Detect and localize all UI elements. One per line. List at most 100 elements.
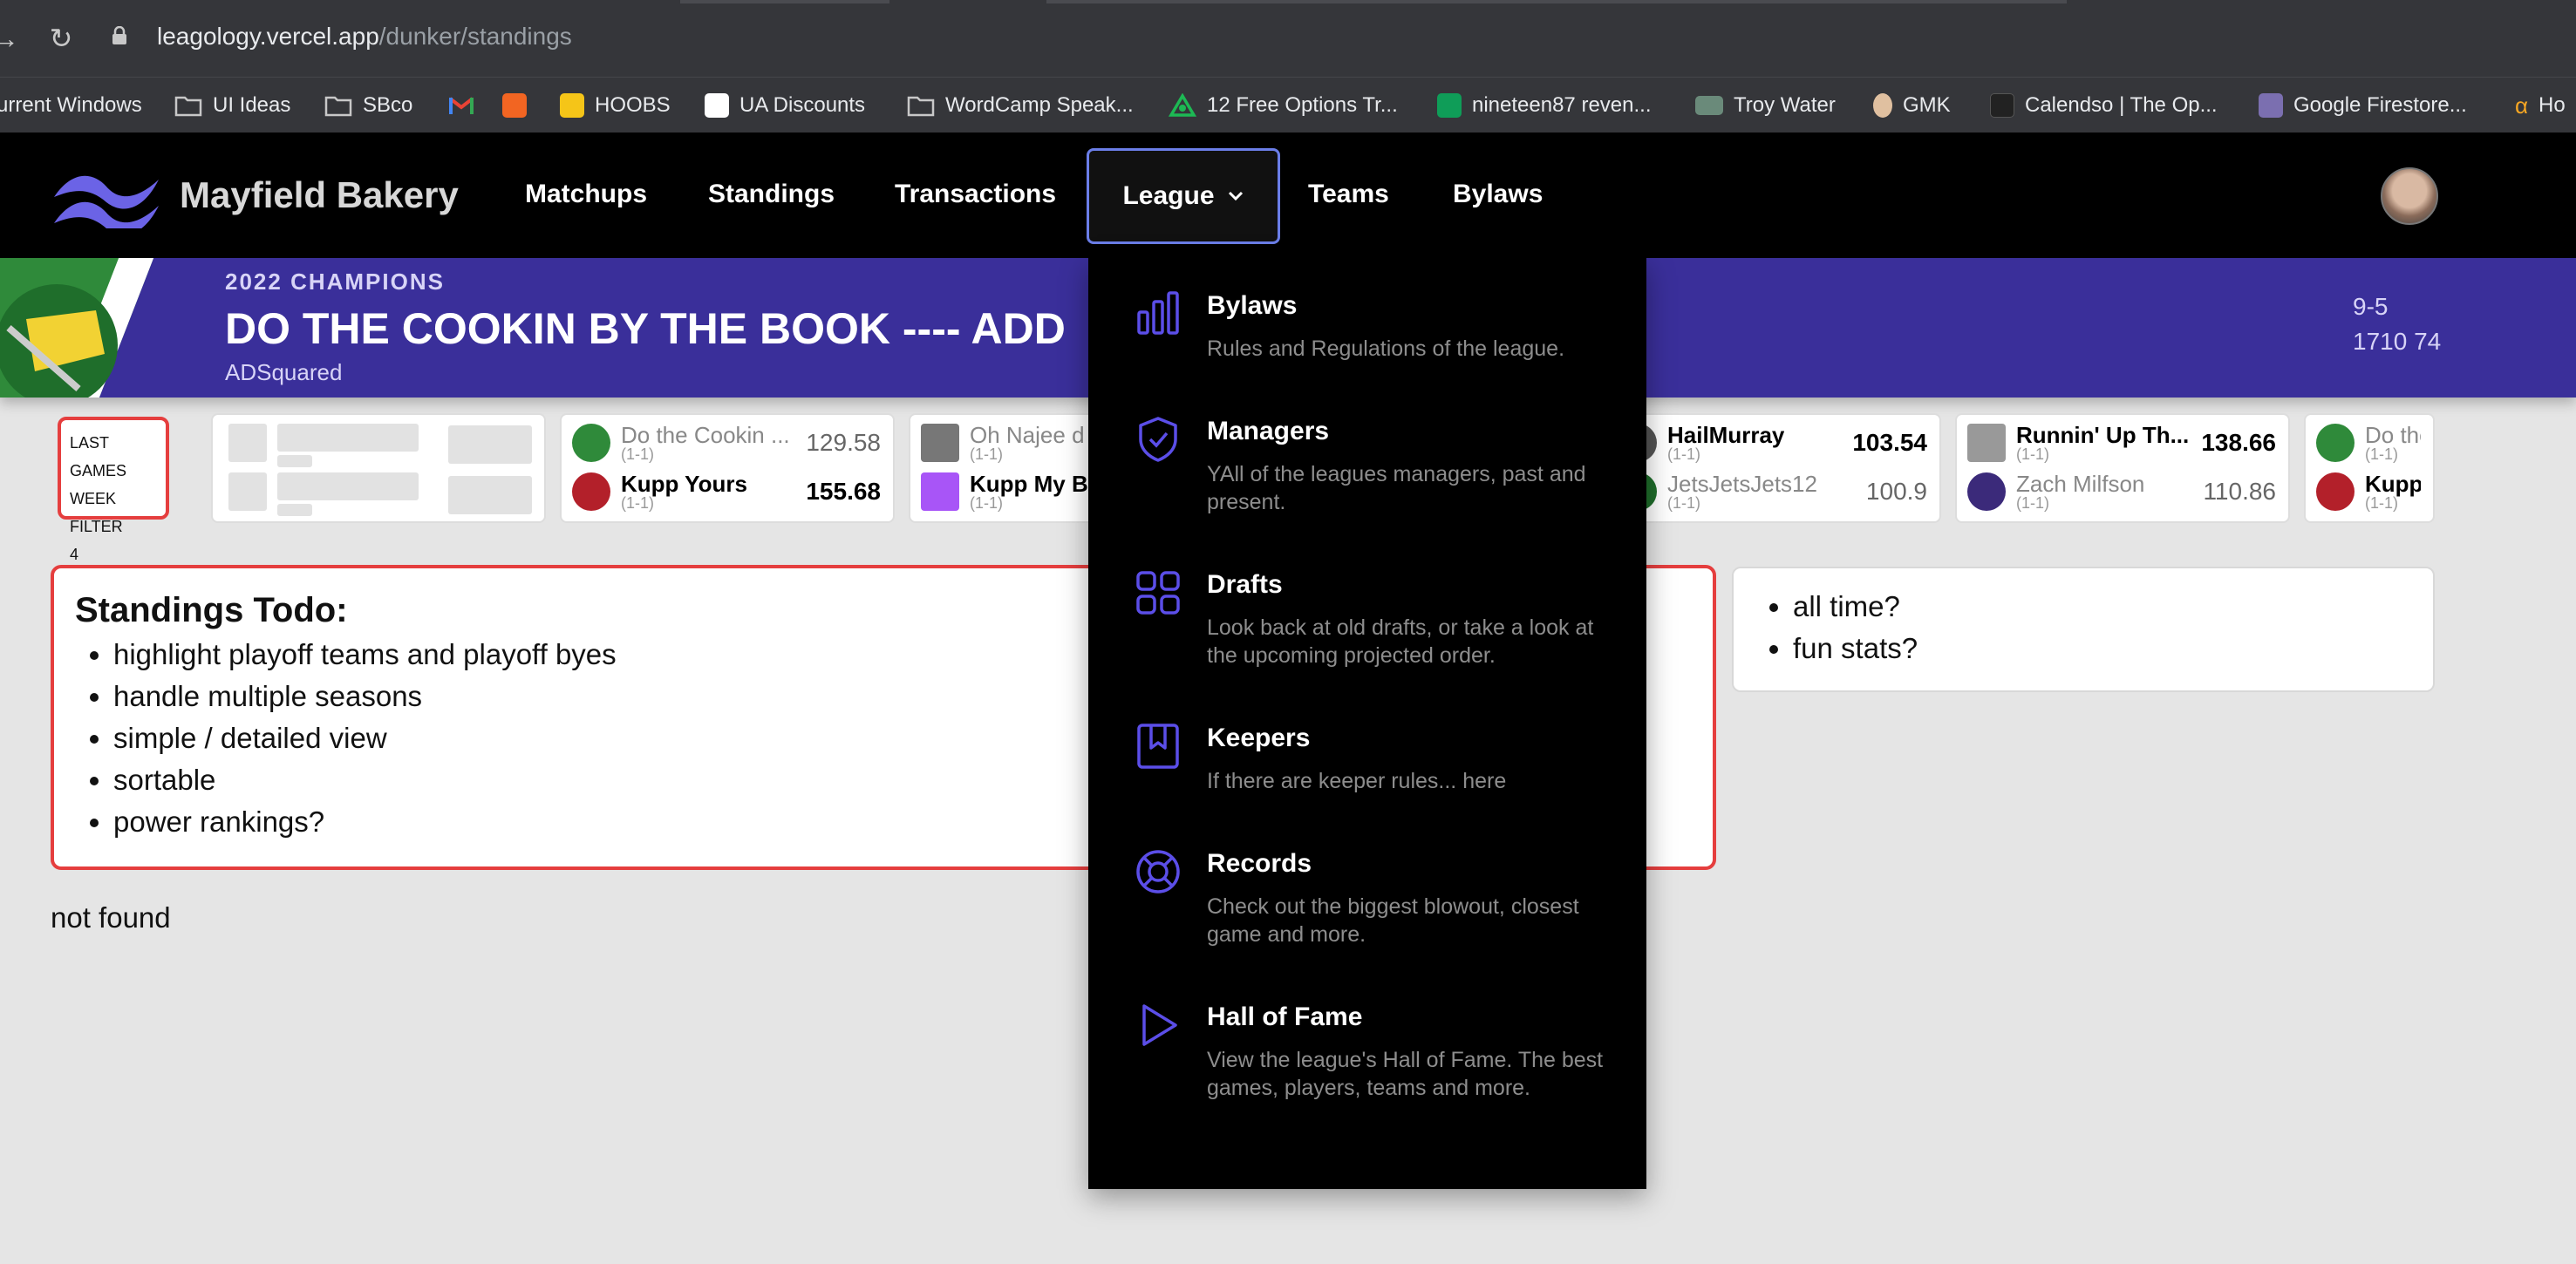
tab-indicator	[680, 0, 889, 3]
team-helmet-icon	[572, 472, 610, 511]
score-card[interactable]: Do the Cookin ... (1-1) 129.58 Kupp Yours…	[560, 413, 895, 523]
grid-icon	[1136, 571, 1180, 615]
not-found-message: not found	[51, 901, 171, 934]
bookmark-nineteen87[interactable]: nineteen87 reven...	[1437, 78, 1652, 133]
menu-item-bylaws[interactable]: Bylaws Rules and Regulations of the leagu…	[1134, 289, 1622, 363]
address-bar[interactable]: leagology.vercel.app/dunker/standings	[157, 23, 572, 51]
bookmark-current-windows[interactable]: urrent Windows	[0, 78, 142, 133]
brand-name[interactable]: Mayfield Bakery	[180, 174, 459, 216]
hoobs-icon	[560, 93, 584, 118]
shield-check-icon	[1139, 417, 1177, 462]
team-record: (1-1)	[2365, 494, 2399, 512]
skeleton	[228, 424, 267, 462]
nav-standings[interactable]: Standings	[708, 180, 835, 209]
bookmark-label: SBco	[363, 93, 413, 117]
bookmark-free-options[interactable]: 12 Free Options Tr...	[1169, 78, 1398, 133]
team-score: 155.68	[806, 478, 881, 505]
browser-toolbar: → ↻ leagology.vercel.app/dunker/standing…	[0, 0, 2576, 77]
play-icon	[1142, 1004, 1177, 1046]
score-card[interactable]: Do the(1-1) Kupp Y(1-1)	[2304, 413, 2435, 523]
menu-item-title: Hall of Fame	[1207, 1002, 1363, 1031]
menu-item-title: Managers	[1207, 417, 1330, 445]
menu-item-hall-of-fame[interactable]: Hall of Fame View the league's Hall of Fa…	[1134, 1001, 1622, 1102]
bookmark-icon	[1137, 724, 1179, 769]
matchup-team-row: Runnin' Up Th... (1-1) 138.66	[1967, 420, 2276, 466]
back-icon[interactable]: →	[0, 21, 23, 56]
bookmark-ui-ideas[interactable]: UI Ideas	[174, 78, 290, 133]
skeleton	[448, 425, 532, 464]
bookmark-label: Google Firestore...	[2293, 93, 2467, 117]
troy-water-icon	[1695, 96, 1723, 115]
menu-item-desc: Rules and Regulations of the league.	[1207, 336, 1565, 361]
team-helmet-icon	[572, 424, 610, 462]
banner-owner: ADSquared	[225, 359, 343, 385]
team-helmet-icon	[2316, 424, 2355, 462]
menu-item-desc: View the league's Hall of Fame. The best…	[1207, 1048, 1604, 1100]
alpha-icon: α	[2515, 92, 2529, 119]
bookmark-label: nineteen87 reven...	[1472, 93, 1652, 117]
bookmark-hubspot[interactable]	[502, 78, 527, 133]
bookmark-troy-water[interactable]: Troy Water	[1695, 78, 1836, 133]
url-path: /dunker/standings	[378, 23, 572, 50]
nav-bylaws[interactable]: Bylaws	[1453, 180, 1543, 209]
menu-item-managers[interactable]: Managers YAll of the leagues managers, pa…	[1134, 415, 1622, 516]
bookmark-gmk[interactable]: GMK	[1873, 78, 1951, 133]
skeleton	[448, 476, 532, 514]
bookmark-label: urrent Windows	[0, 93, 142, 117]
score-card[interactable]: Runnin' Up Th... (1-1) 138.66 Zach Milfso…	[1955, 413, 2290, 523]
user-avatar[interactable]	[2381, 167, 2438, 225]
banner-kicker: 2022 CHAMPIONS	[225, 268, 445, 295]
nav-transactions[interactable]: Transactions	[895, 180, 1056, 209]
bookmark-hoobs[interactable]: HOOBS	[560, 78, 671, 133]
menu-item-desc: YAll of the leagues managers, past and p…	[1207, 462, 1586, 514]
team-score: 138.66	[2201, 429, 2276, 456]
team-record: (1-1)	[621, 494, 655, 512]
notes-card: all time? fun stats?	[1732, 567, 2435, 692]
menu-item-title: Bylaws	[1207, 291, 1298, 320]
gmail-icon	[448, 97, 474, 114]
team-avatar	[921, 424, 959, 462]
bookmark-label: GMK	[1903, 93, 1951, 117]
bookmark-ua-discounts[interactable]: UA Discounts	[705, 78, 865, 133]
tab-indicator	[1046, 0, 2067, 3]
menu-item-title: Drafts	[1207, 570, 1283, 599]
bookmark-sbco[interactable]: SBco	[324, 78, 412, 133]
matchup-team-row: Kupp Y(1-1)	[2316, 469, 2421, 514]
bookmark-label: 12 Free Options Tr...	[1207, 93, 1398, 117]
bookmark-label: Calendso | The Op...	[2025, 93, 2218, 117]
nav-league-label: League	[1122, 181, 1215, 210]
banner-title: DO THE COOKIN BY THE BOOK ---- ADD	[225, 304, 1066, 353]
team-helmet-icon	[2316, 472, 2355, 511]
bookmark-firestore[interactable]: Google Firestore...	[2259, 78, 2467, 133]
notes-item: all time?	[1793, 586, 2412, 628]
skeleton	[277, 424, 419, 452]
menu-item-keepers[interactable]: Keepers If there are keeper rules... here	[1134, 722, 1622, 795]
team-record: (1-1)	[1667, 494, 1701, 512]
team-score: 100.9	[1865, 478, 1927, 505]
team-record: (1-1)	[621, 445, 655, 463]
gmk-icon	[1873, 93, 1892, 118]
skeleton	[277, 455, 312, 467]
filter-line: WEEK FILTER	[70, 490, 123, 535]
bookmark-ho[interactable]: α Ho	[2515, 78, 2566, 133]
logo-icon[interactable]	[52, 162, 160, 228]
nav-league-dropdown[interactable]: League	[1087, 148, 1280, 244]
bookmark-wordcamp[interactable]: WordCamp Speak...	[907, 78, 1134, 133]
nav-matchups[interactable]: Matchups	[525, 180, 647, 209]
folder-icon	[324, 96, 352, 117]
lifebuoy-icon	[1136, 850, 1180, 894]
bookmark-gmail[interactable]	[448, 78, 474, 133]
menu-item-records[interactable]: Records Check out the biggest blowout, cl…	[1134, 847, 1622, 948]
skeleton	[228, 472, 267, 511]
reload-icon[interactable]: ↻	[44, 21, 78, 56]
team-avatar	[921, 472, 959, 511]
score-card[interactable]: HailMurray (1-1) 103.54 JetsJetsJets12 (1-…	[1606, 413, 1941, 523]
menu-item-drafts[interactable]: Drafts Look back at old drafts, or take a…	[1134, 568, 1622, 669]
week-filter[interactable]: LAST GAMES WEEK FILTER 4	[58, 417, 169, 563]
chevron-down-icon	[1228, 191, 1243, 201]
matchup-team-row: JetsJetsJets12 (1-1) 100.9	[1619, 469, 1927, 514]
nav-teams[interactable]: Teams	[1308, 180, 1389, 209]
bookmark-calendso[interactable]: Calendso | The Op...	[1990, 78, 2218, 133]
bar-chart-icon	[1137, 291, 1179, 335]
matchup-team-row: Do the Cookin ... (1-1) 129.58	[572, 420, 881, 466]
